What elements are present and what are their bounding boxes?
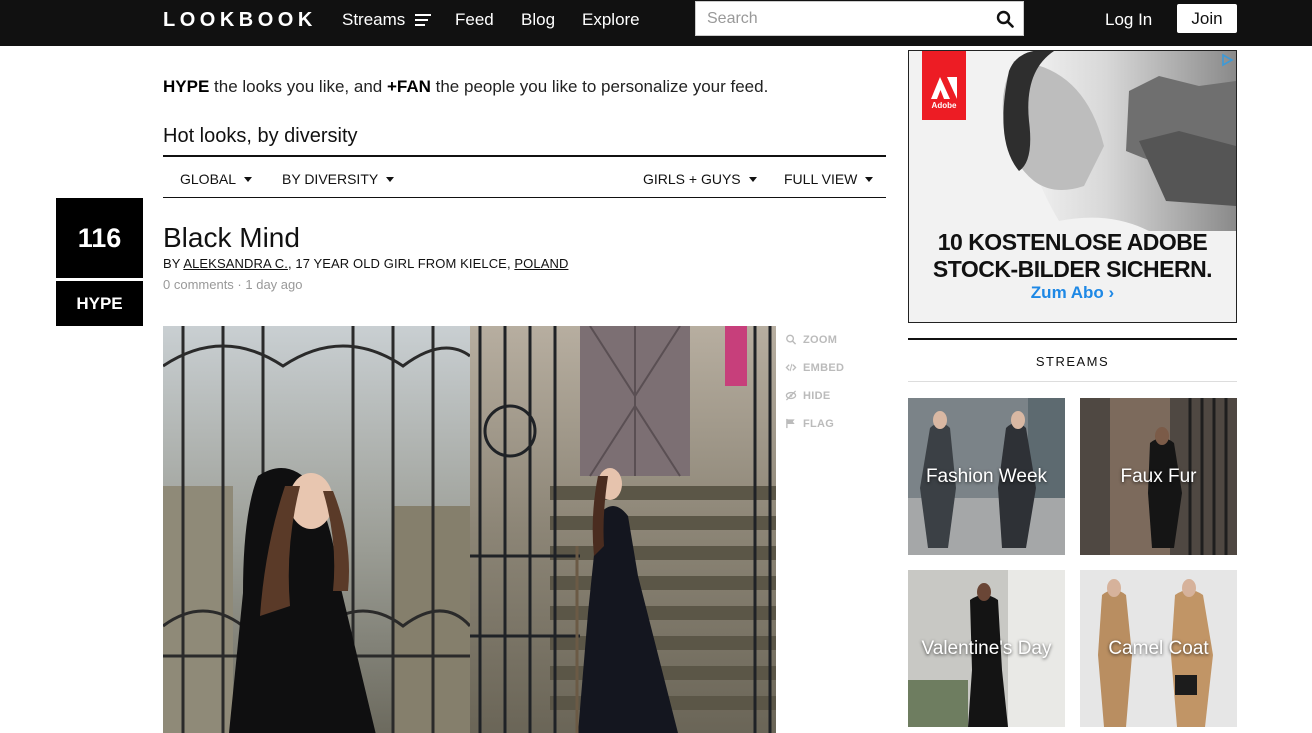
meta-separator: · <box>233 277 246 292</box>
site-logo[interactable]: LOOKBOOK <box>163 9 317 32</box>
post-time: 1 day ago <box>245 277 303 292</box>
byline-by: BY <box>163 256 181 271</box>
top-nav: LOOKBOOK Streams Feed Blog Explore Log I… <box>0 0 1312 46</box>
streams-heading: STREAMS <box>908 338 1237 382</box>
nav-streams[interactable]: Streams <box>342 10 432 30</box>
nav-explore[interactable]: Explore <box>582 10 640 30</box>
ad-headline-2: STOCK-BILDER SICHERN. <box>932 256 1213 282</box>
eye-slash-icon <box>785 390 797 401</box>
filter-view[interactable]: FULL VIEW <box>784 171 874 187</box>
menu-lines-icon <box>415 13 432 26</box>
stream-tile-label: Faux Fur <box>1120 465 1197 487</box>
nav-feed[interactable]: Feed <box>455 10 494 30</box>
stream-tile-fashion-week[interactable]: Fashion Week <box>908 398 1065 555</box>
filter-global-label: GLOBAL <box>180 171 237 187</box>
ad-headline-1: 10 KOSTENLOSE ADOBE <box>937 229 1208 255</box>
search-box <box>695 1 1024 36</box>
intro-part2: the people you like to personalize your … <box>430 77 769 96</box>
code-icon <box>785 363 797 371</box>
adobe-logo: Adobe <box>922 51 966 120</box>
look-byline: BY ALEKSANDRA C., 17 YEAR OLD GIRL FROM … <box>163 256 568 271</box>
advertisement[interactable]: Adobe 10 KOSTENLOSE ADOBE STOCK-BILDER S… <box>908 50 1237 323</box>
hide-label: HIDE <box>803 390 831 402</box>
nav-streams-label: Streams <box>342 10 406 29</box>
country-link[interactable]: POLAND <box>514 256 568 271</box>
hype-count: 116 <box>56 198 143 278</box>
search-input[interactable] <box>696 2 986 35</box>
author-link[interactable]: ALEKSANDRA C. <box>183 256 288 271</box>
filter-gender-label: GIRLS + GUYS <box>643 171 741 187</box>
caret-down-icon <box>865 176 874 182</box>
zoom-icon <box>786 334 797 345</box>
stream-tile-label: Valentine's Day <box>921 637 1052 659</box>
author-description: , 17 YEAR OLD GIRL FROM KIELCE, <box>287 256 515 271</box>
embed-label: EMBED <box>803 362 845 374</box>
hide-action[interactable]: HIDE <box>785 390 830 402</box>
adchoices-icon[interactable] <box>1220 53 1234 67</box>
hype-button[interactable]: HYPE <box>56 281 143 326</box>
intro-text: HYPE the looks you like, and +FAN the pe… <box>163 77 768 97</box>
filter-bar: GLOBAL BY DIVERSITY GIRLS + GUYS FULL VI… <box>163 155 886 198</box>
filter-view-label: FULL VIEW <box>784 171 858 187</box>
zoom-label: ZOOM <box>803 334 838 346</box>
search-icon[interactable] <box>996 10 1014 28</box>
filter-gender[interactable]: GIRLS + GUYS <box>643 171 757 187</box>
caret-down-icon <box>244 176 253 182</box>
look-title[interactable]: Black Mind <box>163 222 300 254</box>
filter-by-diversity[interactable]: BY DIVERSITY <box>282 171 395 187</box>
intro-part1: the looks you like, and <box>209 77 387 96</box>
stream-tile-label: Fashion Week <box>925 465 1048 487</box>
flag-icon <box>786 418 795 428</box>
embed-action[interactable]: EMBED <box>785 362 844 374</box>
stream-tile-valentines-day[interactable]: Valentine's Day <box>908 570 1065 727</box>
stream-tile-camel-coat[interactable]: Camel Coat <box>1080 570 1237 727</box>
login-link[interactable]: Log In <box>1105 10 1152 30</box>
adobe-brand-text: Adobe <box>931 101 957 110</box>
comments-link[interactable]: 0 comments <box>163 277 234 292</box>
stream-tile-label: Camel Coat <box>1108 637 1209 659</box>
nav-blog[interactable]: Blog <box>521 10 555 30</box>
filter-global[interactable]: GLOBAL <box>180 171 253 187</box>
section-title: Hot looks, by diversity <box>163 125 358 147</box>
flag-action[interactable]: FLAG <box>785 418 834 430</box>
caret-down-icon <box>386 176 395 182</box>
join-button[interactable]: Join <box>1177 4 1237 33</box>
caret-down-icon <box>748 176 757 182</box>
look-photo-2[interactable] <box>470 326 776 733</box>
look-photo-1[interactable] <box>163 326 470 733</box>
filter-diversity-label: BY DIVERSITY <box>282 171 379 187</box>
flag-label: FLAG <box>803 418 835 430</box>
zoom-action[interactable]: ZOOM <box>785 334 837 346</box>
ad-cta-link[interactable]: Zum Abo › <box>909 283 1236 303</box>
look-meta: 0 comments · 1 day ago <box>163 277 302 292</box>
intro-hype: HYPE <box>163 77 210 96</box>
intro-fan: +FAN <box>386 77 431 96</box>
stream-tile-faux-fur[interactable]: Faux Fur <box>1080 398 1237 555</box>
